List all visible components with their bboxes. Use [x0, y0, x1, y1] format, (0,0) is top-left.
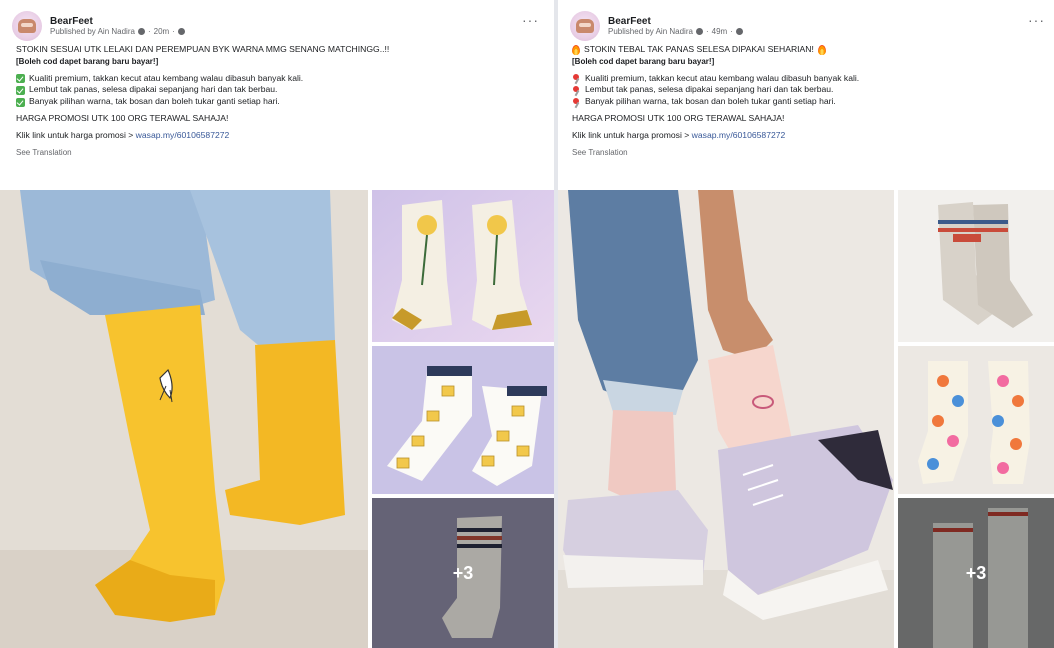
pushpin-icon [572, 85, 581, 95]
post-meta: Published by Ain Nadira · 49m · [608, 27, 743, 36]
link-prefix: Klik link untuk harga promosi > [16, 129, 134, 140]
more-options-button[interactable]: ··· [522, 12, 539, 28]
pink-sock-sneaker-photo[interactable] [558, 190, 894, 648]
page-name[interactable]: BearFeet [608, 16, 743, 28]
globe-icon [177, 28, 185, 36]
striped-socks-photo[interactable]: +3 [372, 498, 554, 648]
published-by: Published by Ain Nadira [50, 27, 135, 37]
yellow-sock-banana-photo[interactable] [0, 190, 368, 648]
photo-gallery: +3 [0, 190, 554, 648]
floral-socks-photo[interactable] [898, 346, 1054, 494]
ninety-one-socks-photo[interactable]: +3 [898, 498, 1054, 648]
post-subline: [Boleh cod dapet barang baru bayar!] [16, 56, 159, 66]
post-time[interactable]: 20m [154, 27, 170, 36]
post-time[interactable]: 49m [712, 27, 728, 36]
post-meta: Published by Ain Nadira · 20m · [50, 27, 185, 36]
page-name[interactable]: BearFeet [50, 16, 185, 28]
link-prefix: Klik link untuk harga promosi > [572, 129, 690, 140]
bullet-text: Banyak pilihan warna, tak bosan dan bole… [585, 96, 836, 107]
cheese-socks-photo[interactable] [372, 346, 554, 494]
wasap-link[interactable]: wasap.my/60106587272 [136, 130, 230, 142]
post-text: STOKIN TEBAL TAK PANAS SELESA DIPAKAI SE… [572, 44, 859, 158]
photo-gallery: +3 [558, 190, 1054, 648]
post-header: BearFeet Published by Ain Nadira · 49m · [570, 10, 743, 42]
fire-icon [572, 44, 580, 55]
more-options-button[interactable]: ··· [1028, 12, 1045, 28]
post-headline: STOKIN SESUAI UTK LELAKI DAN PEREMPUAN B… [16, 44, 390, 54]
bullet-text: Kualiti premium, takkan kecut atau kemba… [585, 72, 860, 83]
globe-icon [735, 28, 743, 36]
pushpin-icon [572, 73, 581, 83]
promo-text: HARGA PROMOSI UTK 100 ORG TERAWAL SAHAJA… [16, 112, 229, 123]
more-photos-count: +3 [965, 562, 987, 583]
check-icon [16, 85, 25, 95]
bullet-text: Lembut tak panas, selesa dipakai sepanja… [29, 84, 278, 95]
bullet-text: Banyak pilihan warna, tak bosan dan bole… [29, 96, 280, 107]
pushpin-icon [572, 97, 581, 107]
flower-socks-photo[interactable] [372, 190, 554, 342]
post-header: BearFeet Published by Ain Nadira · 20m · [12, 10, 185, 42]
dream-socks-photo[interactable] [898, 190, 1054, 342]
see-translation-link[interactable]: See Translation [16, 147, 389, 159]
info-icon[interactable] [137, 28, 145, 36]
avatar[interactable] [570, 11, 600, 41]
post-subline: [Boleh cod dapet barang baru bayar!] [572, 56, 715, 66]
post-headline: STOKIN TEBAL TAK PANAS SELESA DIPAKAI SE… [584, 44, 814, 54]
post-card: BearFeet Published by Ain Nadira · 20m ·… [0, 0, 554, 648]
fire-icon [817, 44, 826, 55]
bullet-text: Lembut tak panas, selesa dipakai sepanja… [585, 84, 834, 95]
check-icon [16, 97, 25, 107]
more-photos-count: +3 [452, 562, 474, 583]
avatar[interactable] [12, 11, 42, 41]
promo-text: HARGA PROMOSI UTK 100 ORG TERAWAL SAHAJA… [572, 112, 785, 123]
post-text: STOKIN SESUAI UTK LELAKI DAN PEREMPUAN B… [16, 44, 389, 158]
check-icon [16, 73, 25, 83]
bullet-text: Kualiti premium, takkan kecut atau kemba… [29, 72, 304, 83]
info-icon[interactable] [695, 28, 703, 36]
post-card: BearFeet Published by Ain Nadira · 49m ·… [558, 0, 1054, 648]
wasap-link[interactable]: wasap.my/60106587272 [692, 130, 786, 142]
published-by: Published by Ain Nadira [608, 27, 693, 37]
see-translation-link[interactable]: See Translation [572, 147, 859, 159]
